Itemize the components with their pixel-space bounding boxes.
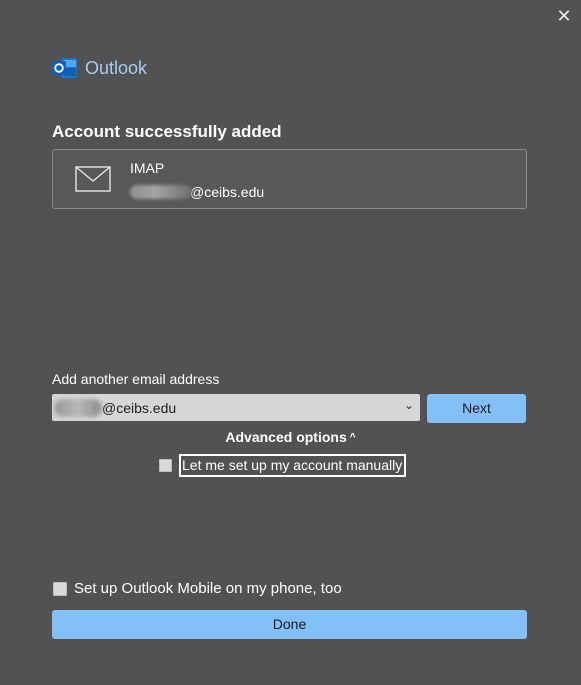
next-button[interactable]: Next: [427, 394, 526, 423]
email-select-value: @ceibs.edu: [102, 399, 177, 416]
account-card: IMAP @ceibs.edu: [52, 149, 527, 209]
outlook-logo-icon: [52, 58, 77, 78]
manual-setup-checkbox[interactable]: [159, 459, 172, 472]
brand-header: Outlook: [52, 57, 147, 79]
done-button[interactable]: Done: [52, 610, 527, 639]
redacted-username: [54, 398, 102, 417]
chevron-down-icon[interactable]: ⌄: [404, 398, 414, 412]
envelope-icon: [75, 166, 111, 192]
manual-setup-label[interactable]: Let me set up my account manually: [179, 454, 407, 477]
email-address-combobox[interactable]: @ceibs.edu ⌄: [52, 394, 420, 421]
manual-setup-option[interactable]: Let me set up my account manually: [159, 454, 407, 477]
app-name: Outlook: [85, 57, 148, 78]
close-button[interactable]: ✕: [553, 5, 575, 27]
mobile-setup-option[interactable]: Set up Outlook Mobile on my phone, too: [53, 580, 342, 597]
account-email: @ceibs.edu: [130, 183, 264, 201]
redacted-username: [130, 185, 192, 199]
mobile-setup-checkbox[interactable]: [53, 581, 67, 596]
advanced-options-toggle[interactable]: Advanced options ^: [0, 429, 581, 445]
close-icon: ✕: [556, 6, 572, 26]
mobile-setup-label[interactable]: Set up Outlook Mobile on my phone, too: [74, 580, 342, 597]
account-type: IMAP: [130, 160, 165, 176]
advanced-options-label: Advanced options: [225, 429, 347, 445]
add-email-label: Add another email address: [52, 371, 220, 387]
success-title: Account successfully added: [52, 122, 282, 141]
account-email-domain: @ceibs.edu: [190, 184, 265, 200]
chevron-up-icon: ^: [349, 432, 356, 443]
